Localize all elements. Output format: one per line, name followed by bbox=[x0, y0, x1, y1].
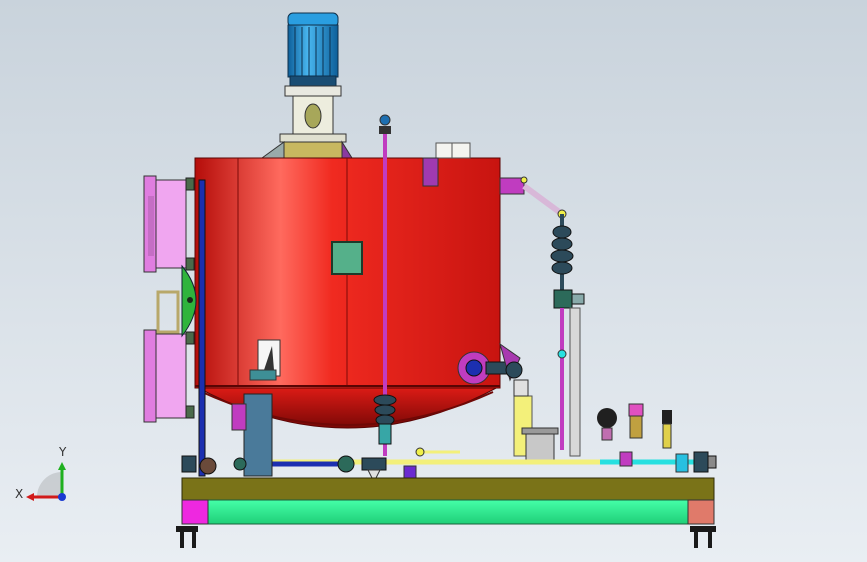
cad-model-view[interactable]: X Y bbox=[0, 0, 867, 562]
triad-x-label: X bbox=[15, 487, 23, 501]
agitator-motor[interactable] bbox=[284, 12, 342, 97]
upper-manway[interactable] bbox=[143, 175, 195, 273]
pressure-transmitter[interactable] bbox=[628, 403, 644, 439]
temperature-sensor[interactable] bbox=[662, 410, 672, 449]
triad-z-axis bbox=[58, 493, 66, 501]
lower-manway[interactable] bbox=[143, 329, 195, 423]
triad-y-label: Y bbox=[58, 445, 67, 459]
sight-window[interactable] bbox=[331, 241, 363, 275]
skid-base-frame[interactable] bbox=[181, 477, 715, 525]
jacket-support-column bbox=[198, 179, 206, 477]
cad-viewport[interactable]: X Y bbox=[0, 0, 867, 562]
mixing-tank[interactable] bbox=[194, 142, 501, 429]
